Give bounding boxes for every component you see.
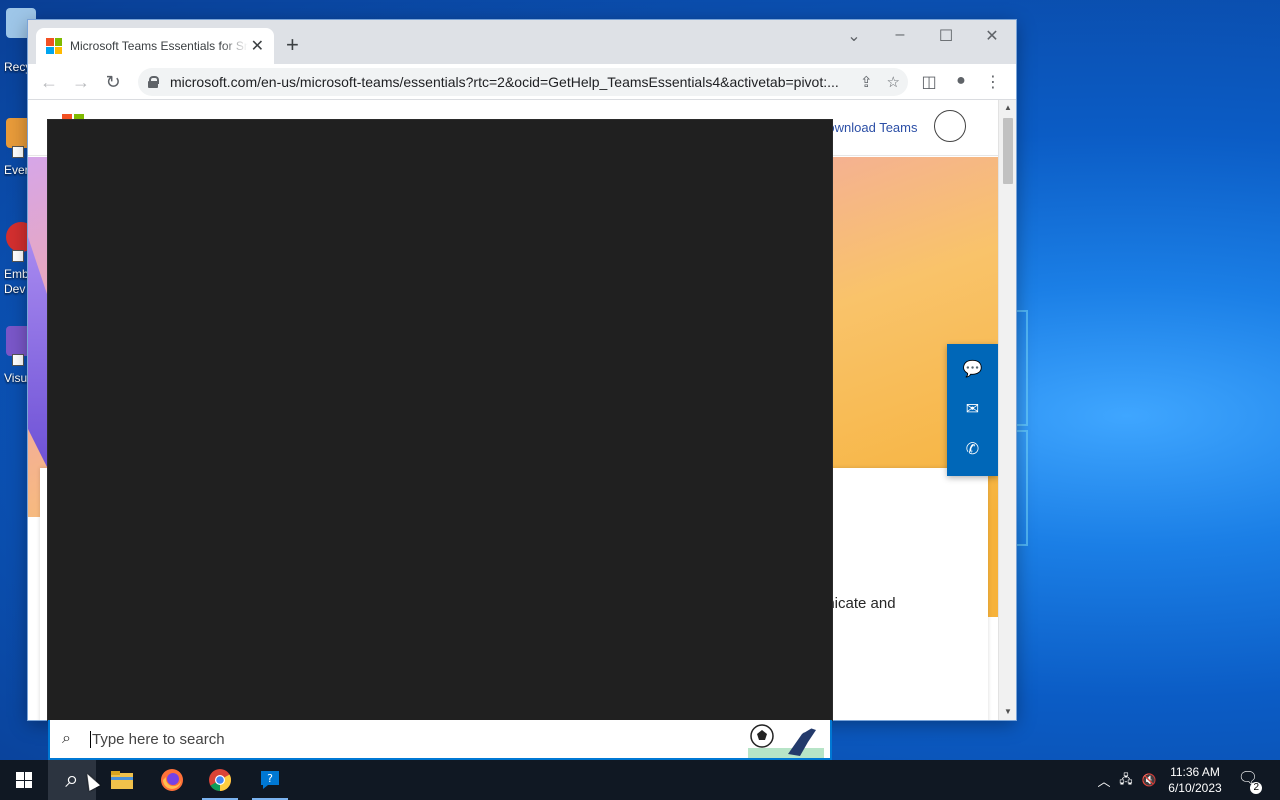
shortcut-arrow-icon <box>12 354 24 366</box>
desktop-icon-label: Visual Studio <box>4 371 30 385</box>
wallpaper-light-streak <box>1016 310 1028 426</box>
tab-search-dropdown-icon[interactable]: ⌄ <box>842 26 866 46</box>
system-tray: ︿ 🖧 🔇 <box>1094 760 1160 800</box>
chat-icon[interactable]: 💬 <box>961 358 985 382</box>
email-icon[interactable]: ✉ <box>961 398 985 422</box>
show-hidden-icons-chevron-icon[interactable]: ︿ <box>1094 771 1114 790</box>
taskbar-search-box[interactable]: ⌕ Type here to search <box>48 720 832 760</box>
account-icon[interactable] <box>934 110 966 142</box>
tab-teams-essentials[interactable]: Microsoft Teams Essentials for Small Bus… <box>36 28 274 64</box>
notification-count-badge: 2 <box>1250 782 1262 794</box>
desktop-icon-visual-studio[interactable]: Visual Studio <box>0 326 36 385</box>
folder-icon <box>111 771 133 789</box>
taskbar-firefox[interactable] <box>148 760 196 800</box>
new-tab-button[interactable]: + <box>286 34 299 56</box>
search-flyout-panel <box>48 120 832 720</box>
share-icon[interactable]: ⇪ <box>860 73 873 91</box>
shortcut-arrow-icon <box>12 146 24 158</box>
windows-logo-icon <box>16 772 32 788</box>
tab-title: Microsoft Teams Essentials for Small Bus… <box>70 39 248 53</box>
phone-icon[interactable]: ✆ <box>961 438 985 462</box>
clock-time: 11:36 AM <box>1170 765 1220 779</box>
download-teams-link[interactable]: Download Teams <box>818 120 917 135</box>
browser-toolbar: ← → ↻ microsoft.com/en-us/microsoft-team… <box>28 64 1016 100</box>
scroll-up-arrow-icon[interactable]: ▲ <box>999 100 1016 116</box>
contact-rail: 💬 ✉ ✆ <box>947 344 998 476</box>
taskbar-get-help[interactable]: ? <box>246 760 294 800</box>
desktop-icon-label: Recycle Bin <box>4 60 30 74</box>
get-help-icon: ? <box>261 771 279 789</box>
maximize-button[interactable]: ☐ <box>934 26 958 46</box>
clock-date: 6/10/2023 <box>1168 781 1222 795</box>
shortcut-arrow-icon <box>12 250 24 262</box>
start-button[interactable] <box>0 760 48 800</box>
desktop-icon-embarcadero[interactable]: Embarcadero Dev <box>0 222 36 296</box>
tab-close-icon[interactable]: ✕ <box>251 36 264 56</box>
profile-icon[interactable]: ● <box>950 72 972 90</box>
search-input[interactable]: Type here to search <box>90 730 225 748</box>
scroll-down-arrow-icon[interactable]: ▼ <box>999 704 1016 720</box>
bookmark-star-icon[interactable]: ☆ <box>887 73 900 91</box>
side-panel-icon[interactable]: ◫ <box>918 72 940 92</box>
back-button[interactable]: ← <box>38 71 60 93</box>
volume-muted-icon[interactable]: 🔇 <box>1138 773 1160 787</box>
url-text[interactable]: microsoft.com/en-us/microsoft-teams/esse… <box>170 74 846 90</box>
desktop-icon-recycle-bin[interactable]: Recycle Bin <box>0 8 36 74</box>
firefox-icon <box>161 769 183 791</box>
scrollbar-thumb[interactable] <box>1003 118 1013 184</box>
svg-text:?: ? <box>267 772 273 785</box>
wallpaper-light-streak <box>1016 430 1028 546</box>
search-highlight-soccer-icon <box>748 724 824 758</box>
microsoft-favicon-icon <box>46 38 62 54</box>
taskbar-clock[interactable]: 11:36 AM 6/10/2023 <box>1160 764 1230 796</box>
tab-strip: Microsoft Teams Essentials for Small Bus… <box>28 20 1016 64</box>
minimize-button[interactable]: – <box>888 26 912 44</box>
close-window-button[interactable]: ✕ <box>980 26 1004 46</box>
taskbar: ⌕ ? ︿ 🖧 🔇 11:36 AM 6/10/2023 🗨 2 <box>0 760 1280 800</box>
address-bar[interactable]: microsoft.com/en-us/microsoft-teams/esse… <box>138 68 908 96</box>
desktop-icon-everything[interactable]: Everything <box>0 118 36 177</box>
reload-button[interactable]: ↻ <box>102 71 124 93</box>
search-icon: ⌕ <box>62 730 71 747</box>
forward-button[interactable]: → <box>70 71 92 93</box>
lock-icon[interactable] <box>148 76 159 88</box>
page-scrollbar[interactable]: ▲ ▼ <box>998 100 1016 720</box>
network-icon[interactable]: 🖧 <box>1114 770 1138 791</box>
browser-menu-icon[interactable]: ⋮ <box>982 72 1004 92</box>
action-center-button[interactable]: 🗨 2 <box>1236 768 1262 794</box>
desktop-icon-label: Embarcadero Dev <box>4 267 30 296</box>
taskbar-file-explorer[interactable] <box>98 760 146 800</box>
desktop-icon-label: Everything <box>4 163 30 177</box>
search-icon: ⌕ <box>65 766 79 793</box>
chrome-icon <box>209 769 231 791</box>
taskbar-chrome[interactable] <box>196 760 244 800</box>
